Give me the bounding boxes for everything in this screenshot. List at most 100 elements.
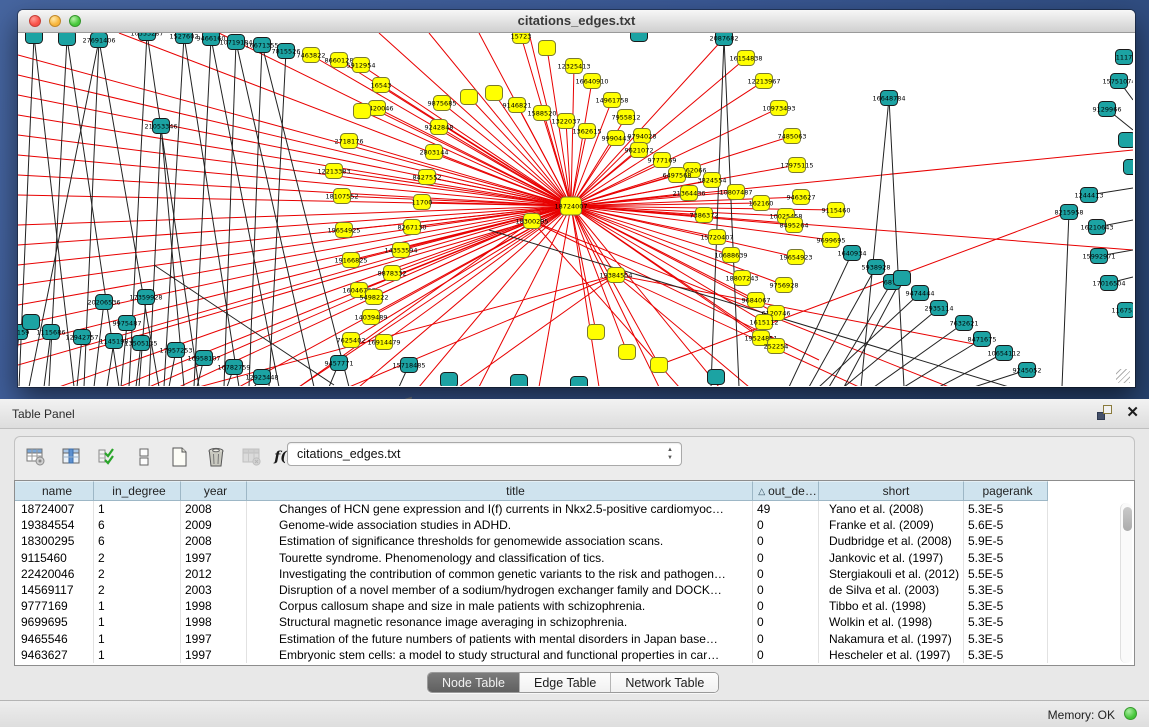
network-node[interactable]: 17359928 <box>129 290 162 305</box>
memory-status-indicator[interactable] <box>1124 707 1137 720</box>
network-node[interactable]: 15992971 <box>1082 249 1115 264</box>
network-node[interactable]: 9756928 <box>770 278 799 293</box>
network-node[interactable]: 1362615 <box>573 124 602 139</box>
network-node[interactable]: 14039489 <box>354 310 387 325</box>
network-node[interactable]: 2087682 <box>710 33 739 46</box>
tab-network-table[interactable]: Network Table <box>611 673 718 692</box>
network-node[interactable] <box>651 358 668 373</box>
network-node[interactable]: 1640934 <box>838 246 867 261</box>
network-canvas[interactable]: 2769140610553287152760294661601071918416… <box>18 33 1133 386</box>
column-header-out_de[interactable]: △out_de… <box>753 481 819 501</box>
column-header-pagerank[interactable]: pagerank <box>964 481 1048 501</box>
network-node[interactable]: 8471675 <box>968 332 997 347</box>
network-node[interactable]: 21364436 <box>672 186 705 201</box>
network-node[interactable]: 14961758 <box>595 93 628 108</box>
network-node[interactable]: 27691406 <box>82 33 115 48</box>
network-node[interactable]: 16782759 <box>217 360 250 375</box>
network-node[interactable]: 9115460 <box>822 203 851 218</box>
network-node[interactable]: 10654112 <box>987 346 1020 361</box>
network-node[interactable]: 8427552 <box>413 170 442 185</box>
network-node[interactable]: 12923448 <box>245 370 278 385</box>
network-node[interactable]: 9794028 <box>628 129 657 144</box>
network-node[interactable]: 8878332 <box>378 266 407 281</box>
network-node[interactable]: 16648784 <box>872 91 905 106</box>
table-row[interactable]: 969969511998Structural magnetic resonanc… <box>15 614 1134 630</box>
network-node[interactable]: 7463822 <box>297 48 326 63</box>
network-node[interactable]: 21053346 <box>144 119 177 134</box>
network-node[interactable]: 10807487 <box>719 185 752 200</box>
network-node[interactable] <box>1124 160 1134 175</box>
network-node[interactable] <box>23 315 40 330</box>
table-row[interactable]: 977716911998Corpus callosum shape and si… <box>15 598 1134 614</box>
tab-node-table[interactable]: Node Table <box>428 673 520 692</box>
network-node[interactable]: 2718176 <box>335 134 364 149</box>
column-header-year[interactable]: year <box>181 481 247 501</box>
network-node[interactable]: 9875685 <box>428 96 457 111</box>
close-panel-icon[interactable]: ✕ <box>1126 405 1139 420</box>
network-node[interactable]: 16210643 <box>1080 220 1113 235</box>
network-node[interactable] <box>26 33 43 44</box>
network-node[interactable] <box>1119 133 1134 148</box>
network-node[interactable]: 1527602 <box>170 33 199 44</box>
network-node[interactable]: 2935114 <box>925 301 954 316</box>
network-node[interactable] <box>354 104 371 119</box>
network-node[interactable] <box>59 33 76 46</box>
network-node[interactable]: 7632621 <box>950 316 979 331</box>
network-node[interactable]: 16543 <box>371 78 392 93</box>
column-header-in_degree[interactable]: in_degree <box>94 481 181 501</box>
new-document-icon[interactable] <box>169 445 191 469</box>
column-header-title[interactable]: title <box>247 481 753 501</box>
table-column-icon[interactable] <box>61 445 83 469</box>
network-node[interactable] <box>708 370 725 385</box>
network-node[interactable]: 12213383 <box>317 164 350 179</box>
trash-icon[interactable] <box>205 445 227 469</box>
network-node[interactable]: 9474444 <box>906 286 935 301</box>
citation-network-graph[interactable]: 2769140610553287152760294661601071918416… <box>18 33 1133 386</box>
window-titlebar[interactable]: citations_edges.txt <box>18 10 1135 33</box>
network-node[interactable]: 11700 <box>412 195 433 210</box>
network-node[interactable]: 9245052 <box>1013 363 1042 378</box>
network-node[interactable] <box>588 325 605 340</box>
network-node[interactable]: 12213967 <box>747 74 780 89</box>
network-node[interactable] <box>571 377 588 387</box>
network-node[interactable]: 17975115 <box>780 158 813 173</box>
float-panel-icon[interactable] <box>1097 405 1112 420</box>
network-node[interactable]: 9463627 <box>787 190 816 205</box>
table-row[interactable]: 1938455462009Genome-wide association stu… <box>15 517 1134 533</box>
scrollbar-thumb[interactable] <box>1123 507 1132 531</box>
network-node[interactable]: 1244413 <box>1075 188 1104 203</box>
network-node[interactable]: 16914479 <box>367 335 400 350</box>
network-node[interactable] <box>461 90 478 105</box>
table-vertical-scrollbar[interactable] <box>1120 503 1132 663</box>
network-node[interactable] <box>619 345 636 360</box>
network-node[interactable]: 15723 <box>511 33 532 44</box>
select-checks-icon[interactable] <box>97 445 119 469</box>
network-node[interactable]: 9457771 <box>325 356 354 371</box>
network-node[interactable]: 19654925 <box>327 223 360 238</box>
table-row[interactable]: 1456911722003Disruption of a novel membe… <box>15 582 1134 598</box>
network-node[interactable]: 9129966 <box>1093 102 1122 117</box>
network-node[interactable]: 9990443 <box>602 131 631 146</box>
network-node[interactable] <box>539 41 556 56</box>
table-select-dropdown[interactable]: citations_edges.txt ▲▼ <box>287 442 682 466</box>
network-node[interactable]: 15718485 <box>392 358 425 373</box>
network-node[interactable] <box>441 373 458 387</box>
network-node[interactable]: 12325413 <box>557 59 590 74</box>
table-row[interactable]: 1872400712008Changes of HCN gene express… <box>15 501 1134 517</box>
table-row[interactable]: 2242004622012Investigating the contribut… <box>15 566 1134 582</box>
network-node[interactable]: 15751074 <box>1102 74 1133 89</box>
network-node[interactable]: 7485063 <box>778 129 807 144</box>
network-node[interactable] <box>894 271 911 286</box>
network-node[interactable]: 9975487 <box>113 316 142 331</box>
network-node[interactable]: 16640910 <box>575 74 608 89</box>
network-node[interactable]: 19166825 <box>334 253 367 268</box>
table-row[interactable]: 946554611997Estimation of the future num… <box>15 631 1134 647</box>
network-node[interactable]: 10688639 <box>714 248 747 263</box>
network-node[interactable]: 15720407 <box>700 230 733 245</box>
row-boxes-icon[interactable] <box>133 445 155 469</box>
table-row[interactable]: 911546021997Tourette syndrome. Phenomeno… <box>15 550 1134 566</box>
network-node[interactable] <box>511 375 528 387</box>
network-node[interactable]: 7955812 <box>612 110 641 125</box>
column-header-name[interactable]: name <box>15 481 94 501</box>
table-row[interactable]: 1830029562008Estimation of significance … <box>15 533 1134 549</box>
